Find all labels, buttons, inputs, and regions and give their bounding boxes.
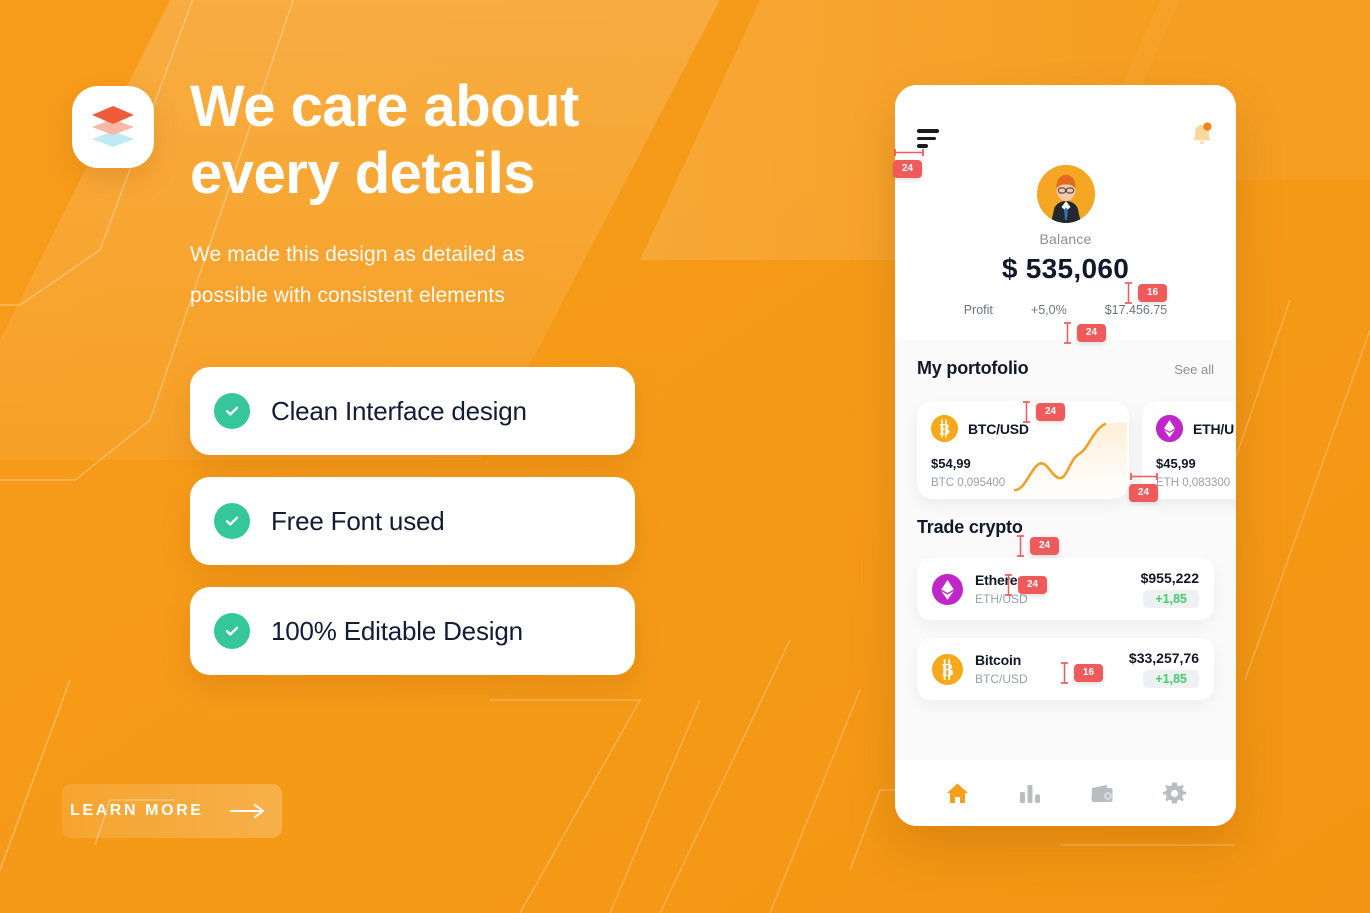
bottom-tab-bar: [895, 760, 1236, 826]
feature-card-free-font[interactable]: Free Font used: [190, 477, 635, 565]
annotation-profit-gap: 24: [1063, 321, 1107, 345]
portfolio-card-holding: BTC 0,095400: [931, 477, 1006, 489]
trade-row-names: Bitcoin BTC/USD: [975, 652, 1129, 686]
trade-row-names: Ethereum ETH/USD: [975, 572, 1141, 606]
feature-label: Clean Interface design: [271, 395, 527, 426]
status-badge: +1,85: [1143, 590, 1199, 608]
trade-row-values: $955,222 +1,85: [1141, 570, 1199, 608]
learn-more-label: LEARN MORE: [70, 802, 204, 819]
check-circle-icon: [214, 393, 250, 429]
profit-row: Profit +5,0% $17.456.75: [895, 303, 1236, 317]
feature-label: 100% Editable Design: [271, 615, 523, 646]
dimension-arrow-vertical: [1005, 574, 1012, 596]
notification-bell-icon[interactable]: [1190, 121, 1214, 152]
table-row[interactable]: Ethereum ETH/USD $955,222 +1,85: [917, 558, 1214, 620]
trade-row-pair: ETH/USD: [975, 592, 1028, 606]
phone-content-section: My portofolio See all B BTC/USD $54,99 B…: [895, 340, 1236, 760]
portfolio-card-pair: ETH/U: [1193, 420, 1235, 437]
portfolio-card-holding: ETH 0,083300: [1156, 477, 1231, 489]
portfolio-card-pair: BTC/USD: [968, 420, 1029, 437]
phone-header-section: Balance $ 535,060 Profit +5,0% $17.456.7…: [895, 85, 1236, 340]
page-subtitle: We made this design as detailed as possi…: [190, 235, 660, 317]
portfolio-see-all-link[interactable]: See all: [1174, 362, 1214, 377]
app-logo-badge: [72, 86, 154, 168]
annotation-value: 24: [893, 160, 923, 178]
subhead-line-2: possible with consistent elements: [190, 283, 505, 307]
portfolio-card-list: B BTC/USD $54,99 BTC 0,095400 ETH/U $45,…: [895, 401, 1236, 499]
balance-amount: $ 535,060: [1001, 253, 1130, 284]
check-circle-icon: [214, 613, 250, 649]
home-icon[interactable]: [945, 781, 970, 806]
dimension-arrow-horizontal: [1130, 473, 1158, 480]
trade-title: Trade crypto: [917, 517, 1023, 537]
trade-row-pair: BTC/USD: [975, 672, 1028, 686]
profit-percent: +5,0%: [1030, 303, 1067, 317]
dimension-arrow-vertical: [1017, 535, 1024, 557]
annotation-value: 24: [1036, 403, 1066, 421]
portfolio-card-head: ETH/U: [1156, 415, 1236, 442]
balance-label: Balance: [1039, 231, 1092, 247]
annotation-value: 24: [1129, 484, 1159, 502]
annotation-trade-gap: 24: [1004, 573, 1048, 597]
annotation-card-gap: 24: [1129, 472, 1159, 502]
layers-stack-icon: [90, 103, 136, 152]
phone-mockup: Balance $ 535,060 Profit +5,0% $17.456.7…: [895, 85, 1236, 826]
dimension-arrow-vertical: [1023, 401, 1030, 423]
status-badge: +1,85: [1143, 670, 1199, 688]
trade-row-name: Bitcoin: [975, 652, 1022, 668]
dimension-arrow-vertical: [1064, 322, 1071, 344]
dimension-arrow-horizontal: [894, 149, 924, 156]
dimension-arrow-vertical: [1061, 662, 1068, 684]
svg-text:B: B: [939, 422, 950, 439]
feature-card-clean-interface[interactable]: Clean Interface design: [190, 367, 635, 455]
headline-line-2: every details: [190, 140, 535, 206]
arrow-right-icon: [229, 803, 268, 819]
ethereum-icon: [1156, 415, 1183, 442]
user-avatar[interactable]: [1036, 165, 1095, 223]
feature-card-editable-design[interactable]: 100% Editable Design: [190, 587, 635, 675]
profit-label: Profit: [963, 303, 993, 317]
ethereum-icon: [932, 573, 963, 605]
feature-label: Free Font used: [271, 505, 445, 536]
portfolio-header: My portofolio See all: [895, 358, 1236, 379]
portfolio-card-price: $45,99: [1156, 456, 1196, 471]
portfolio-title: My portofolio: [917, 358, 1029, 378]
annotation-value: 16: [1074, 664, 1104, 682]
hero-left-column: We care about every details We made this…: [0, 0, 700, 913]
annotation-value: 16: [1138, 284, 1168, 302]
trade-row-values: $33,257,76 +1,85: [1129, 650, 1199, 688]
learn-more-button[interactable]: LEARN MORE: [62, 784, 294, 838]
svg-text:B: B: [941, 660, 953, 680]
annotation-balance-gap: 16: [1124, 281, 1168, 305]
trade-header: Trade crypto: [895, 517, 1236, 538]
bar-chart-icon[interactable]: [1017, 781, 1042, 806]
profit-value: $17.456.75: [1104, 303, 1168, 317]
dimension-arrow-vertical: [1125, 282, 1132, 304]
annotation-portfolio-gap: 24: [1022, 400, 1066, 424]
check-circle-icon: [214, 503, 250, 539]
annotation-menu-width: 24: [893, 148, 925, 178]
annotation-portfolio-below: 24: [1016, 534, 1060, 558]
annotation-value: 24: [1077, 324, 1107, 342]
trade-row-price: $33,257,76: [1128, 650, 1199, 666]
portfolio-card-price: $54,99: [931, 456, 971, 471]
trade-row-price: $955,222: [1140, 570, 1199, 586]
feature-list: Clean Interface design Free Font used 10…: [190, 367, 640, 697]
bitcoin-icon: B: [931, 415, 958, 442]
page-title: We care about every details: [190, 74, 690, 207]
subhead-line-1: We made this design as detailed as: [190, 243, 525, 266]
annotation-row-gap: 16: [1060, 661, 1104, 685]
wallet-icon[interactable]: [1089, 781, 1115, 806]
annotation-value: 24: [1030, 537, 1060, 555]
gear-icon[interactable]: [1162, 781, 1187, 806]
bitcoin-icon: B: [932, 653, 963, 685]
headline-line-1: We care about: [190, 74, 579, 139]
annotation-value: 24: [1018, 576, 1048, 594]
